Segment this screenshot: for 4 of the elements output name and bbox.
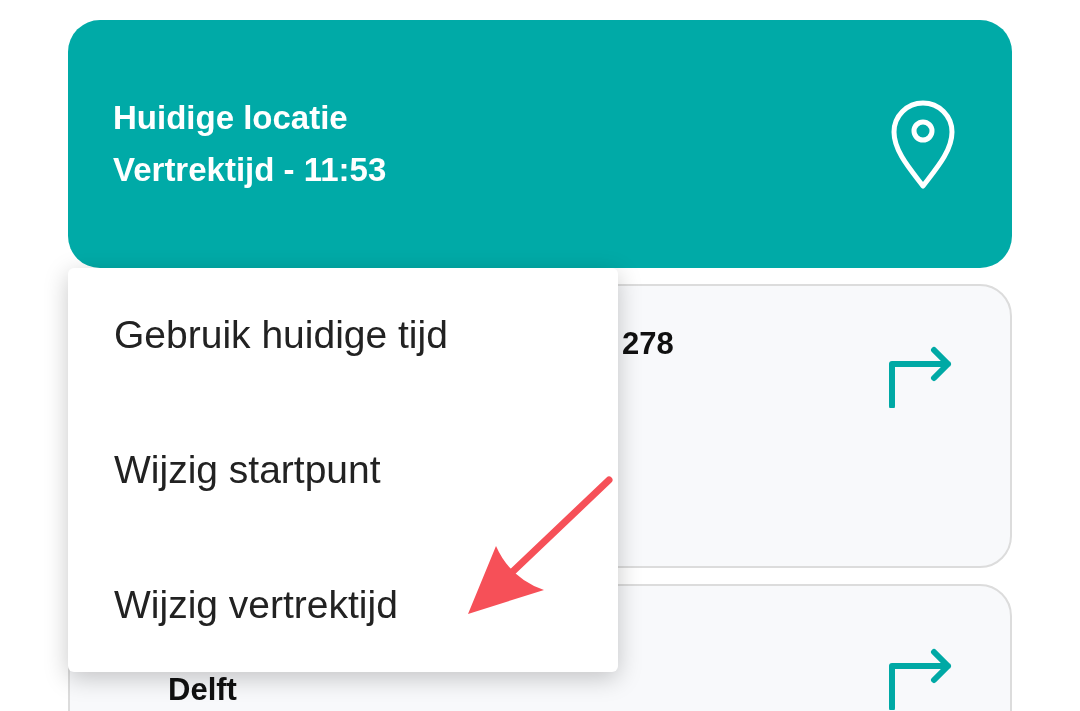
departure-time: Vertrektijd - 11:53 <box>113 150 387 190</box>
route-title: 278 <box>622 326 674 362</box>
route-title: Delft <box>168 672 237 708</box>
location-title: Huidige locatie <box>113 98 349 138</box>
